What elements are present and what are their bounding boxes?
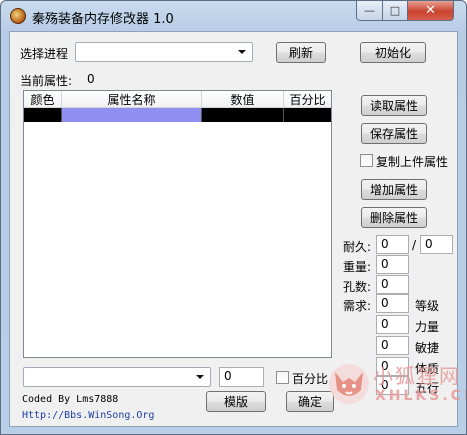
maximize-icon: □ [389, 4, 401, 17]
level-label: 等级 [415, 299, 440, 313]
author-credit: Coded By Lms7888 [22, 394, 119, 405]
percent-label: 百分比 [292, 372, 329, 386]
save-attr-button[interactable]: 保存属性 [361, 123, 427, 144]
watermark-logo: 小狐狸网 XHLKS.CN [327, 356, 466, 432]
minimize-icon: — [364, 4, 375, 17]
chevron-down-icon [238, 50, 246, 54]
maximize-button[interactable]: □ [382, 1, 408, 21]
minimize-button[interactable]: — [356, 1, 383, 21]
row-cell-name-selected [62, 108, 202, 122]
table-row[interactable] [24, 108, 331, 122]
strength-label: 力量 [415, 320, 440, 334]
column-color[interactable]: 颜色 [24, 91, 62, 108]
column-value[interactable]: 数值 [202, 91, 284, 108]
weight-label: 重量: [343, 260, 372, 274]
agility-label: 敏捷 [415, 341, 440, 355]
close-icon: ✕ [425, 3, 436, 18]
window-title: 秦殇装备内存修改器 1.0 [32, 12, 174, 27]
watermark-text-cn: 小狐狸网 [373, 364, 461, 388]
copy-prev-label: 复制上件属性 [376, 155, 449, 169]
column-attr-name[interactable]: 属性名称 [62, 91, 202, 108]
process-label: 选择进程 [20, 47, 69, 61]
holes-field[interactable]: 0 [376, 275, 409, 294]
title-bar[interactable]: 秦殇装备内存修改器 1.0 — □ ✕ [1, 1, 466, 31]
agility-field[interactable]: 0 [376, 336, 409, 355]
row-cell-value [202, 108, 284, 122]
chevron-down-icon [196, 375, 204, 379]
require-label: 需求: [343, 299, 372, 313]
app-icon [10, 8, 26, 24]
durability-separator: / [412, 238, 417, 252]
add-attr-button[interactable]: 增加属性 [361, 179, 427, 200]
current-attr-label: 当前属性: [20, 74, 73, 88]
column-percent[interactable]: 百分比 [284, 91, 331, 108]
row-cell-color [24, 108, 62, 122]
attribute-type-select[interactable] [23, 367, 211, 387]
durability-max-field[interactable]: 0 [420, 235, 453, 254]
durability-current-field[interactable]: 0 [376, 235, 409, 254]
delete-attr-button[interactable]: 删除属性 [361, 207, 427, 228]
fox-icon [329, 364, 369, 404]
strength-field[interactable]: 0 [376, 315, 409, 334]
row-cell-percent [284, 108, 331, 122]
attribute-list-header: 颜色 属性名称 数值 百分比 [24, 91, 331, 108]
percent-checkbox[interactable] [276, 371, 289, 384]
process-select[interactable] [75, 42, 253, 62]
read-attr-button[interactable]: 读取属性 [361, 95, 427, 116]
watermark-text-en: XHLKS.CN [375, 388, 466, 404]
attribute-value-field[interactable]: 0 [219, 367, 264, 387]
refresh-button[interactable]: 刷新 [276, 42, 326, 63]
level-field[interactable]: 0 [376, 294, 409, 313]
close-button[interactable]: ✕ [407, 1, 454, 21]
holes-label: 孔数: [343, 280, 372, 294]
current-attr-count: 0 [87, 72, 95, 86]
app-window: 秦殇装备内存修改器 1.0 — □ ✕ 选择进程 刷新 初始化 当前属性: 0 … [0, 0, 467, 435]
forum-link[interactable]: Http://Bbs.WinSong.Org [22, 410, 154, 421]
copy-prev-checkbox[interactable] [360, 154, 373, 167]
weight-field[interactable]: 0 [376, 255, 409, 274]
init-button[interactable]: 初始化 [360, 42, 426, 63]
durability-label: 耐久: [343, 240, 372, 254]
attribute-list[interactable]: 颜色 属性名称 数值 百分比 [23, 90, 332, 358]
template-button[interactable]: 模版 [206, 391, 266, 412]
